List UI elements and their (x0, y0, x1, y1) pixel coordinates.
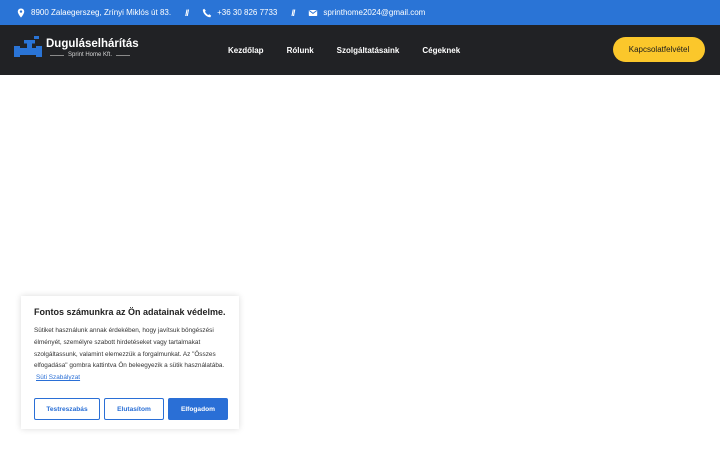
cookie-body: Sütiket használunk annak érdekében, hogy… (34, 327, 225, 370)
brand-subtitle-text: Sprint Home Kft. (68, 52, 113, 58)
separator: // (185, 7, 189, 18)
brand-name: Duguláselhárítás (46, 38, 139, 50)
envelope-icon (308, 8, 318, 18)
brand-subtitle: Sprint Home Kft. (46, 52, 139, 58)
reject-button[interactable]: Elutasítom (104, 398, 164, 420)
phone-link[interactable]: +36 30 826 7733 (217, 8, 277, 17)
top-info-bar: 8900 Zalaegerszeg, Zrínyi Miklós út 83. … (0, 0, 720, 25)
email-item[interactable]: sprinthome2024@gmail.com (308, 8, 425, 18)
contact-button[interactable]: Kapcsolatfelvétel (613, 37, 705, 62)
divider (50, 54, 64, 56)
customize-button[interactable]: Testreszabás (34, 398, 100, 420)
nav-item-business[interactable]: Cégeknek (422, 46, 460, 55)
divider (116, 54, 131, 56)
phone-icon (202, 8, 212, 18)
cookie-policy-link[interactable]: Süti Szabályzat (36, 374, 80, 381)
phone-item[interactable]: +36 30 826 7733 (202, 8, 277, 18)
address-item: 8900 Zalaegerszeg, Zrínyi Miklós út 83. (16, 8, 171, 18)
nav-item-about[interactable]: Rólunk (287, 46, 314, 55)
site-logo[interactable]: Duguláselhárítás Sprint Home Kft. (14, 35, 139, 61)
cookie-title: Fontos számunkra az Ön adatainak védelme… (34, 307, 226, 317)
nav-item-services[interactable]: Szolgáltatásaink (337, 46, 400, 55)
separator: // (291, 7, 295, 18)
address-text: 8900 Zalaegerszeg, Zrínyi Miklós út 83. (31, 8, 172, 17)
cookie-text: Sütiket használunk annak érdekében, hogy… (34, 325, 226, 384)
main-nav: Kezdőlap Rólunk Szolgáltatásaink Cégekne… (228, 25, 483, 75)
cookie-buttons: Testreszabás Elutasítom Elfogadom (34, 398, 228, 420)
pipe-logo-icon (14, 35, 42, 61)
accept-button[interactable]: Elfogadom (168, 398, 228, 420)
location-pin-icon (16, 8, 26, 18)
site-header: Duguláselhárítás Sprint Home Kft. Kezdől… (0, 25, 720, 75)
email-link[interactable]: sprinthome2024@gmail.com (323, 8, 425, 17)
cookie-consent-dialog: Fontos számunkra az Ön adatainak védelme… (21, 296, 239, 429)
nav-item-home[interactable]: Kezdőlap (228, 46, 264, 55)
